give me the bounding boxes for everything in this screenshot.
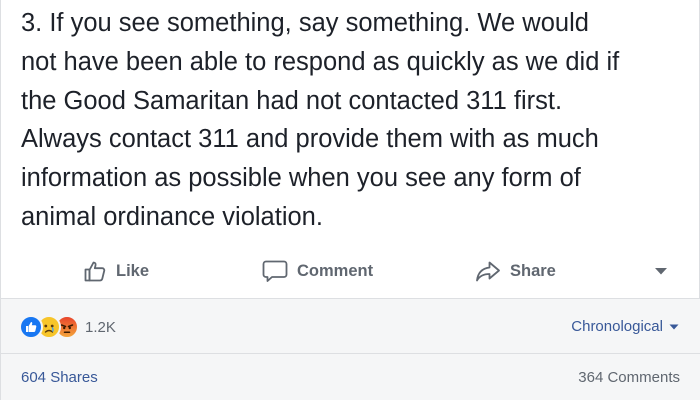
thumbs-up-icon <box>84 261 106 282</box>
comment-sort-label: Chronological <box>571 318 663 335</box>
comment-sort-dropdown[interactable]: Chronological <box>571 318 679 335</box>
reaction-count: 1.2K <box>85 318 116 336</box>
footer-middle-divider <box>1 353 700 354</box>
like-reaction-icon <box>19 315 43 339</box>
post-text-line: animal ordinance violation. <box>21 202 323 231</box>
speech-bubble-icon <box>262 260 288 282</box>
caret-down-icon <box>669 324 679 329</box>
comment-button[interactable]: Comment <box>262 247 373 295</box>
post-text: 3. If you see something, say something. … <box>21 4 686 237</box>
post-text-line: the Good Samaritan had not contacted 311… <box>21 86 563 115</box>
action-bar: Like Comment Share <box>1 247 700 295</box>
post-card: 3. If you see something, say something. … <box>0 0 700 400</box>
post-text-line: not have been able to respond as quickly… <box>21 47 620 76</box>
reactions-summary[interactable]: 1.2K <box>19 315 116 339</box>
post-text-line: 3. If you see something, say something. … <box>21 9 589 37</box>
shares-link[interactable]: 604 Shares <box>21 369 98 386</box>
share-arrow-icon <box>476 261 500 282</box>
share-button[interactable]: Share <box>475 247 556 295</box>
post-text-line: Always contact 311 and provide them with… <box>21 125 599 154</box>
post-footer: 1.2K Chronological 604 Shares 364 Commen… <box>1 298 700 400</box>
comments-count-link[interactable]: 364 Comments <box>578 369 680 386</box>
share-label: Share <box>510 261 556 280</box>
like-label: Like <box>116 261 150 280</box>
comment-label: Comment <box>297 261 374 280</box>
post-text-line: information as possible when you see any… <box>21 164 581 193</box>
footer-top-divider <box>1 298 700 299</box>
like-button[interactable]: Like <box>83 247 149 295</box>
caret-down-icon <box>655 268 667 275</box>
more-options-button[interactable] <box>653 264 669 278</box>
